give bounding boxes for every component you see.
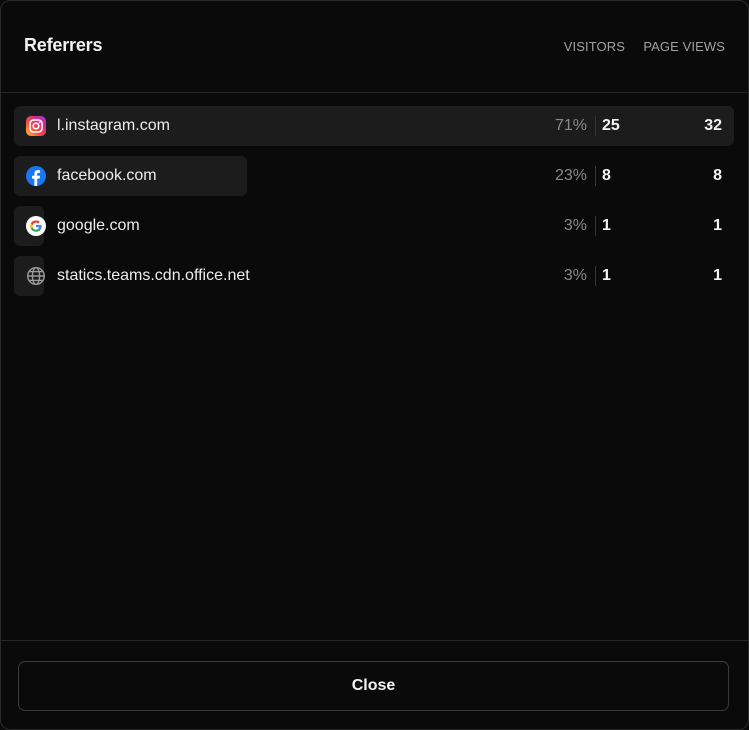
referrer-percent: 23% [554, 167, 587, 184]
referrer-row-office[interactable]: statics.teams.cdn.office.net 3% 1 1 [1, 256, 748, 296]
referrer-host: l.instagram.com [57, 117, 170, 134]
referrer-row-facebook[interactable]: facebook.com 23% 8 8 [1, 156, 748, 196]
referrer-visitors: 8 [602, 167, 611, 184]
referrer-host: statics.teams.cdn.office.net [57, 267, 250, 284]
referrer-percent: 71% [554, 117, 587, 134]
page-views-column-header: PAGE VIEWS [643, 39, 725, 54]
referrers-dialog: Referrers VISITORS PAGE VIEWS l.instagra… [0, 0, 749, 730]
referrer-host: google.com [57, 217, 140, 234]
facebook-icon [26, 166, 46, 186]
google-icon [26, 216, 46, 236]
referrer-page-views: 1 [713, 267, 722, 284]
referrer-page-views: 1 [713, 217, 722, 234]
dialog-header: Referrers VISITORS PAGE VIEWS [1, 1, 748, 93]
dialog-title: Referrers [24, 35, 103, 55]
referrer-list: l.instagram.com 71% 25 32 facebook.com 2… [1, 106, 748, 306]
column-divider [595, 216, 596, 236]
instagram-icon [26, 116, 46, 136]
visitors-column-header: VISITORS [563, 39, 625, 54]
referrer-row-instagram[interactable]: l.instagram.com 71% 25 32 [1, 106, 748, 146]
referrer-page-views: 32 [704, 117, 722, 134]
dialog-footer: Close [1, 640, 748, 729]
close-button[interactable]: Close [18, 661, 729, 711]
column-divider [595, 266, 596, 286]
referrer-visitors: 25 [602, 117, 620, 134]
globe-icon [26, 266, 46, 286]
referrer-visitors: 1 [602, 267, 611, 284]
column-divider [595, 116, 596, 136]
referrer-percent: 3% [563, 267, 587, 284]
referrer-host: facebook.com [57, 167, 157, 184]
referrer-row-google[interactable]: google.com 3% 1 1 [1, 206, 748, 246]
referrer-percent: 3% [563, 217, 587, 234]
column-divider [595, 166, 596, 186]
referrer-visitors: 1 [602, 217, 611, 234]
referrer-page-views: 8 [713, 167, 722, 184]
